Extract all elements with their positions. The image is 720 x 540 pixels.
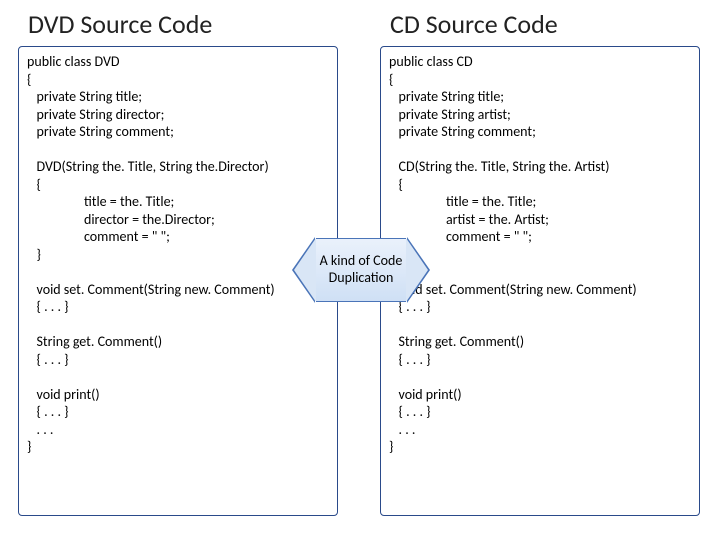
dvd-code-box: public class DVD { private String title;… — [18, 46, 338, 516]
callout-text: A kind of Code Duplication — [294, 238, 428, 302]
right-title: CD Source Code — [380, 0, 720, 46]
duplication-callout: A kind of Code Duplication — [294, 238, 428, 302]
right-column: CD Source Code public class CD { private… — [380, 0, 720, 516]
left-title: DVD Source Code — [18, 0, 358, 46]
